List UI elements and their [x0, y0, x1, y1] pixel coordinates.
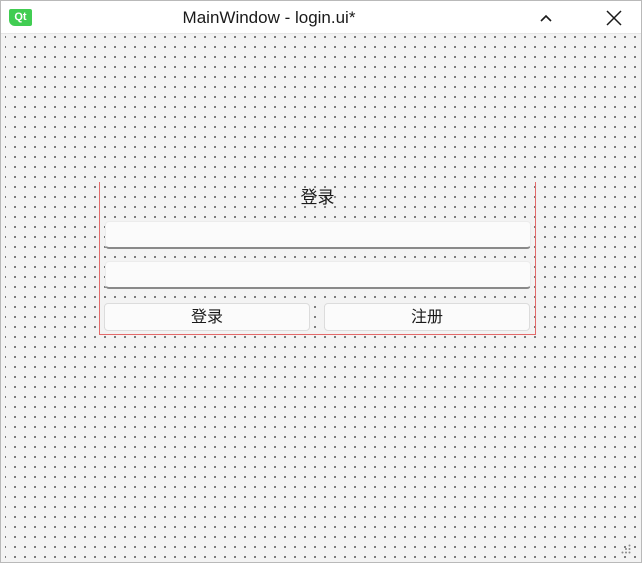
password-field[interactable] — [105, 261, 531, 289]
login-button[interactable]: 登录 — [104, 303, 310, 331]
username-input[interactable] — [106, 222, 530, 247]
collapse-button[interactable] — [523, 1, 569, 34]
chevron-up-icon — [540, 14, 552, 22]
window-title: MainWindow - login.ui* — [182, 8, 356, 27]
login-title-label: 登录 — [300, 188, 335, 208]
close-icon — [606, 9, 622, 26]
resize-grip-icon[interactable] — [621, 544, 631, 554]
password-input[interactable] — [106, 262, 530, 287]
title-bar: Qt MainWindow - login.ui* — [1, 1, 641, 34]
close-button[interactable] — [591, 1, 637, 34]
register-button[interactable]: 注册 — [324, 303, 530, 331]
designer-window: Qt MainWindow - login.ui* 登录 登录 注册 — [0, 0, 642, 563]
username-field[interactable] — [105, 221, 531, 249]
